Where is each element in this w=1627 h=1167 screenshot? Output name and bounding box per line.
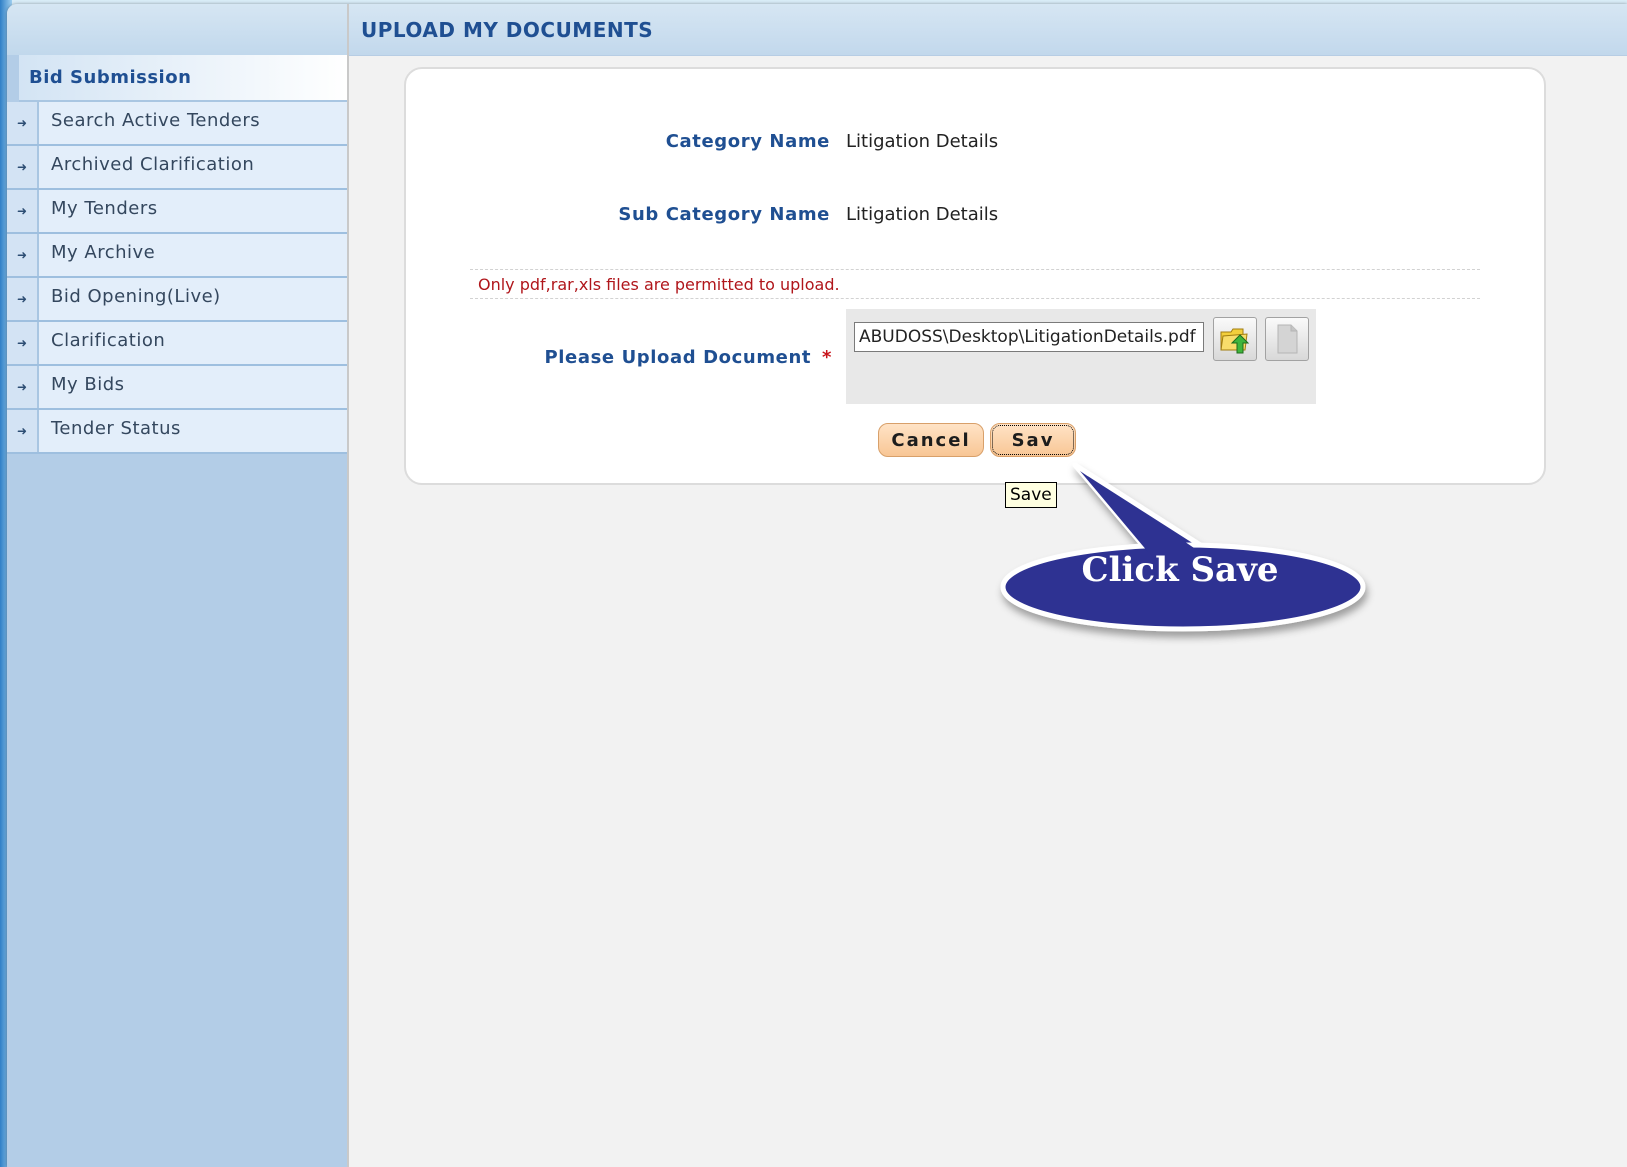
browse-file-button[interactable] [1213,317,1257,361]
upload-document-label-text: Please Upload Document [544,347,812,368]
sidebar-item-search-active-tenders[interactable]: ➜ Search Active Tenders [7,102,347,146]
arrow-right-icon: ➜ [7,190,39,232]
arrow-right-icon: ➜ [7,278,39,320]
file-type-note: Only pdf,rar,xls files are permitted to … [470,269,1480,299]
upload-box: ABUDOSS\Desktop\LitigationDetails.pdf [846,309,1316,404]
sidebar-item-clarification[interactable]: ➜ Clarification [7,322,347,366]
category-label: Category Name [665,131,830,152]
folder-upload-icon [1220,328,1250,354]
arrow-right-icon: ➜ [7,366,39,408]
cancel-button[interactable]: Cancel [878,423,984,457]
save-button[interactable]: Sav [990,423,1076,457]
subcategory-value: Litigation Details [846,204,999,225]
sidebar-header: Bid Submission [19,55,347,102]
sidebar-item-my-archive[interactable]: ➜ My Archive [7,234,347,278]
app-window: Bid Submission ➜ Search Active Tenders ➜… [7,4,1627,1167]
arrow-right-icon: ➜ [7,322,39,364]
sidebar-item-label: Bid Opening(Live) [51,286,221,307]
category-value: Litigation Details [846,131,999,152]
sidebar-item-bid-opening-live[interactable]: ➜ Bid Opening(Live) [7,278,347,322]
document-icon [1277,324,1298,354]
page-title: UPLOAD MY DOCUMENTS [349,4,1627,56]
sidebar-item-my-bids[interactable]: ➜ My Bids [7,366,347,410]
callout-text: Click Save [1081,550,1279,590]
sidebar-item-label: Search Active Tenders [51,110,261,131]
arrow-right-icon: ➜ [7,234,39,276]
sidebar-item-label: Clarification [51,330,166,351]
sidebar-item-tender-status[interactable]: ➜ Tender Status [7,410,347,454]
file-path-input[interactable]: ABUDOSS\Desktop\LitigationDetails.pdf [854,322,1204,352]
upload-form-panel: Category Name Litigation Details Sub Cat… [404,67,1546,485]
sidebar-item-my-tenders[interactable]: ➜ My Tenders [7,190,347,234]
arrow-right-icon: ➜ [7,410,39,452]
save-tooltip: Save [1005,482,1057,508]
delete-file-button[interactable] [1265,317,1309,361]
sidebar-item-label: My Bids [51,374,125,395]
upload-document-label: Please Upload Document * [544,347,832,368]
main-content: UPLOAD MY DOCUMENTS Category Name Litiga… [347,4,1627,1167]
arrow-right-icon: ➜ [7,146,39,188]
sidebar-item-label: My Tenders [51,198,158,219]
sidebar-item-label: Tender Status [51,418,181,439]
sidebar-item-label: Archived Clarification [51,154,255,175]
subcategory-label: Sub Category Name [618,204,830,225]
required-marker: * [821,347,832,368]
sidebar: Bid Submission ➜ Search Active Tenders ➜… [7,4,347,1167]
sidebar-item-label: My Archive [51,242,156,263]
arrow-right-icon: ➜ [7,102,39,144]
sidebar-item-archived-clarification[interactable]: ➜ Archived Clarification [7,146,347,190]
